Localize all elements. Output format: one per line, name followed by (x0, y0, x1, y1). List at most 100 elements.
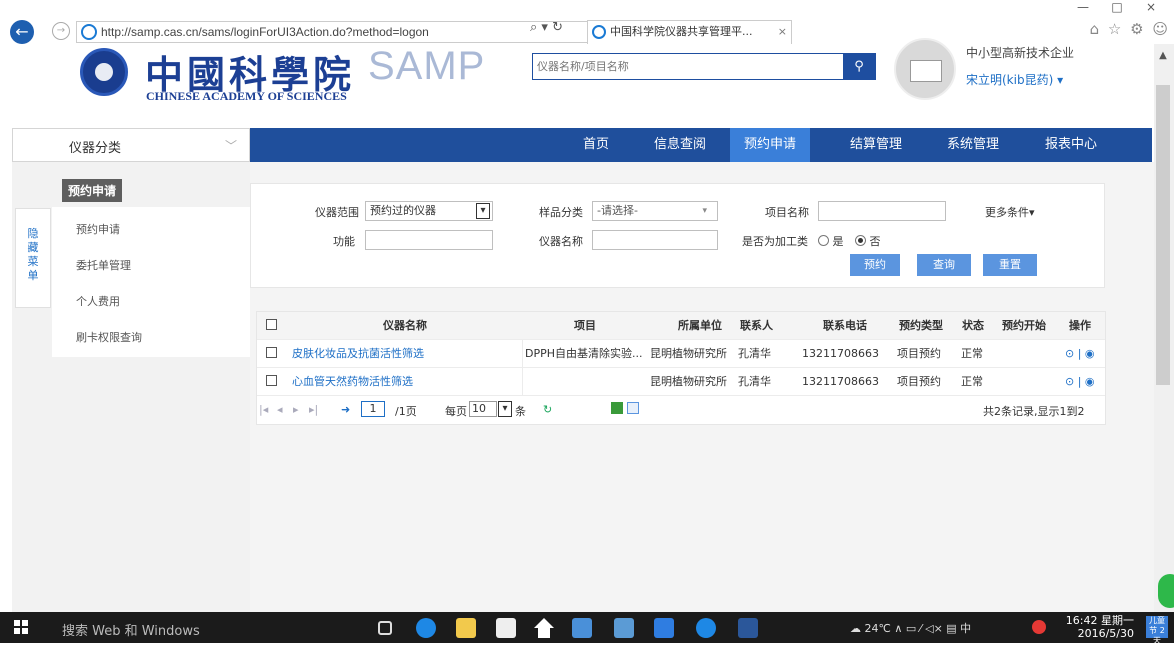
scrollbar-thumb[interactable] (1156, 85, 1170, 385)
next-page-icon[interactable]: ▸ (293, 403, 299, 416)
screenshot-icon[interactable] (614, 618, 634, 638)
logo-english-text: CHINESE ACADEMY OF SCIENCES (146, 89, 347, 103)
radio-yes-label: 是 (832, 235, 844, 248)
row-actions[interactable]: ⊙ | ◉ (1065, 368, 1095, 396)
search-input[interactable] (533, 54, 845, 79)
radio-yes-icon (818, 235, 829, 246)
reset-button[interactable]: 重置 (983, 254, 1037, 276)
tab-title: 中国科学院仪器共享管理平... (610, 25, 753, 38)
task-view-icon[interactable] (378, 621, 392, 635)
chevron-down-icon: ▾ (1029, 206, 1035, 219)
col-status[interactable]: 状态 (962, 312, 984, 340)
col-start[interactable]: 预约开始 (1002, 312, 1046, 340)
nav-system[interactable]: 系统管理 (940, 128, 1006, 162)
address-url: http://samp.cas.cn/sams/loginForUI3Actio… (101, 25, 429, 39)
instrument-link[interactable]: 皮肤化妆品及抗菌活性筛选 (292, 340, 424, 368)
close-window-button[interactable]: × (1134, 0, 1168, 14)
ie-icon[interactable] (696, 618, 716, 638)
browser-toolbar-icons[interactable]: ⌂ ☆ ⚙ ☺ (1090, 20, 1170, 38)
hide-menu-toggle[interactable]: 隐藏菜单 (15, 208, 51, 308)
floating-assistant-icon[interactable] (1158, 574, 1174, 608)
clock[interactable]: 16:42 星期一 2016/5/30 (1066, 614, 1134, 640)
store-icon[interactable] (496, 618, 516, 638)
nav-home[interactable]: 首页 (571, 128, 621, 162)
instrument-link[interactable]: 心血管天然药物活性筛选 (292, 368, 413, 396)
per-page-select[interactable]: 10 (469, 401, 497, 417)
windows-start-icon[interactable] (14, 620, 28, 634)
instrument-name-input[interactable] (592, 230, 718, 250)
cas-seal-logo (80, 48, 128, 96)
scope-value: 预约过的仪器 (370, 204, 436, 217)
search-box: ⚲ (532, 53, 876, 80)
back-arrow-icon[interactable]: ← (10, 20, 34, 44)
search-icon: ⚲ (854, 59, 864, 74)
forward-arrow-icon[interactable]: → (52, 22, 70, 40)
last-page-icon[interactable]: ▸| (309, 403, 318, 416)
select-all-checkbox[interactable] (266, 312, 277, 340)
nav-booking[interactable]: 预约申请 (730, 128, 810, 162)
go-page-icon[interactable]: ➜ (341, 403, 350, 416)
taskbar-search[interactable]: 搜索 Web 和 Windows (62, 620, 200, 639)
radio-yes[interactable]: 是 (818, 233, 844, 249)
record-summary: 共2条记录,显示1到2 (983, 405, 1085, 418)
export-doc-icon[interactable] (627, 402, 639, 414)
nav-info[interactable]: 信息查阅 (647, 128, 713, 162)
scroll-up-icon[interactable]: ▲ (1156, 50, 1170, 64)
row-actions[interactable]: ⊙ | ◉ (1065, 340, 1095, 368)
row-checkbox[interactable] (266, 340, 277, 368)
project-input[interactable] (818, 201, 946, 221)
col-type[interactable]: 预约类型 (899, 312, 943, 340)
edge-icon[interactable] (416, 618, 436, 638)
chevron-down-icon[interactable]: ▾ (498, 401, 512, 417)
sidebar-item-fees[interactable]: 个人费用 (76, 293, 120, 309)
address-bar[interactable]: http://samp.cas.cn/sams/loginForUI3Actio… (76, 21, 590, 43)
chevron-down-icon: ﹀ (224, 139, 237, 153)
first-page-icon[interactable]: |◂ (259, 403, 268, 416)
browser-tab[interactable]: 中国科学院仪器共享管理平... × (587, 20, 792, 44)
word-icon[interactable] (738, 618, 758, 638)
app-icon[interactable] (654, 618, 674, 638)
avatar[interactable] (894, 38, 956, 100)
col-contact[interactable]: 联系人 (740, 312, 773, 340)
sidebar-item-card-permission[interactable]: 刷卡权限查询 (76, 329, 142, 345)
page-number-input[interactable]: 1 (361, 401, 385, 417)
refresh-icon[interactable]: ↻ (543, 403, 552, 416)
more-conditions[interactable]: 更多条件▾ (985, 204, 1035, 220)
holiday-badge[interactable]: 儿童节 2天 (1146, 616, 1168, 645)
nav-reports[interactable]: 报表中心 (1038, 128, 1104, 162)
system-tray[interactable]: ☁ 24℃ ∧ ▭ ⁄ ◁× ▤ 中 (850, 620, 971, 636)
tab-close-icon[interactable]: × (778, 21, 787, 43)
col-name[interactable]: 仪器名称 (383, 312, 427, 340)
sidebar-item-orders[interactable]: 委托单管理 (76, 257, 131, 273)
sidebar-item-booking[interactable]: 预约申请 (76, 221, 120, 237)
col-phone[interactable]: 联系电话 (823, 312, 867, 340)
col-unit[interactable]: 所属单位 (678, 312, 722, 340)
radio-no-icon (855, 235, 866, 246)
scope-select[interactable]: 预约过的仪器 ▾ (365, 201, 493, 221)
minimize-button[interactable]: — (1066, 0, 1100, 14)
maximize-button[interactable]: □ (1100, 0, 1134, 14)
prev-page-icon[interactable]: ◂ (277, 403, 283, 416)
export-excel-icon[interactable] (611, 402, 623, 414)
pager: |◂ ◂ ▸ ▸| ➜ 1 /1页 每页 10 ▾ 条 ↻ 共2条记录,显示1到… (257, 396, 1105, 424)
search-button[interactable]: ⚲ (843, 54, 875, 79)
row-checkbox[interactable] (266, 368, 277, 396)
book-button[interactable]: 预约 (850, 254, 900, 276)
user-menu[interactable]: 宋立明(kib昆药) ▾ (966, 71, 1063, 88)
radio-no[interactable]: 否 (855, 233, 881, 249)
antivirus-icon[interactable] (1032, 620, 1046, 634)
col-project[interactable]: 项目 (574, 312, 596, 340)
app-icon[interactable] (572, 618, 592, 638)
query-button[interactable]: 查询 (917, 254, 971, 276)
address-search-refresh-icons[interactable]: ⌕ ▾ ↻ (530, 20, 563, 35)
sample-select[interactable]: -请选择- ▾ (592, 201, 718, 221)
file-explorer-icon[interactable] (456, 618, 476, 638)
instrument-category-dropdown[interactable]: 仪器分类 ﹀ (12, 128, 250, 162)
sidebar-menu: 预约申请 委托单管理 个人费用 刷卡权限查询 (52, 207, 264, 357)
cell-type: 项目预约 (897, 347, 941, 360)
radio-no-label: 否 (869, 235, 881, 248)
nav-settlement[interactable]: 结算管理 (843, 128, 909, 162)
home-icon[interactable] (534, 618, 554, 638)
cell-phone: 13211708663 (802, 347, 879, 360)
function-input[interactable] (365, 230, 493, 250)
